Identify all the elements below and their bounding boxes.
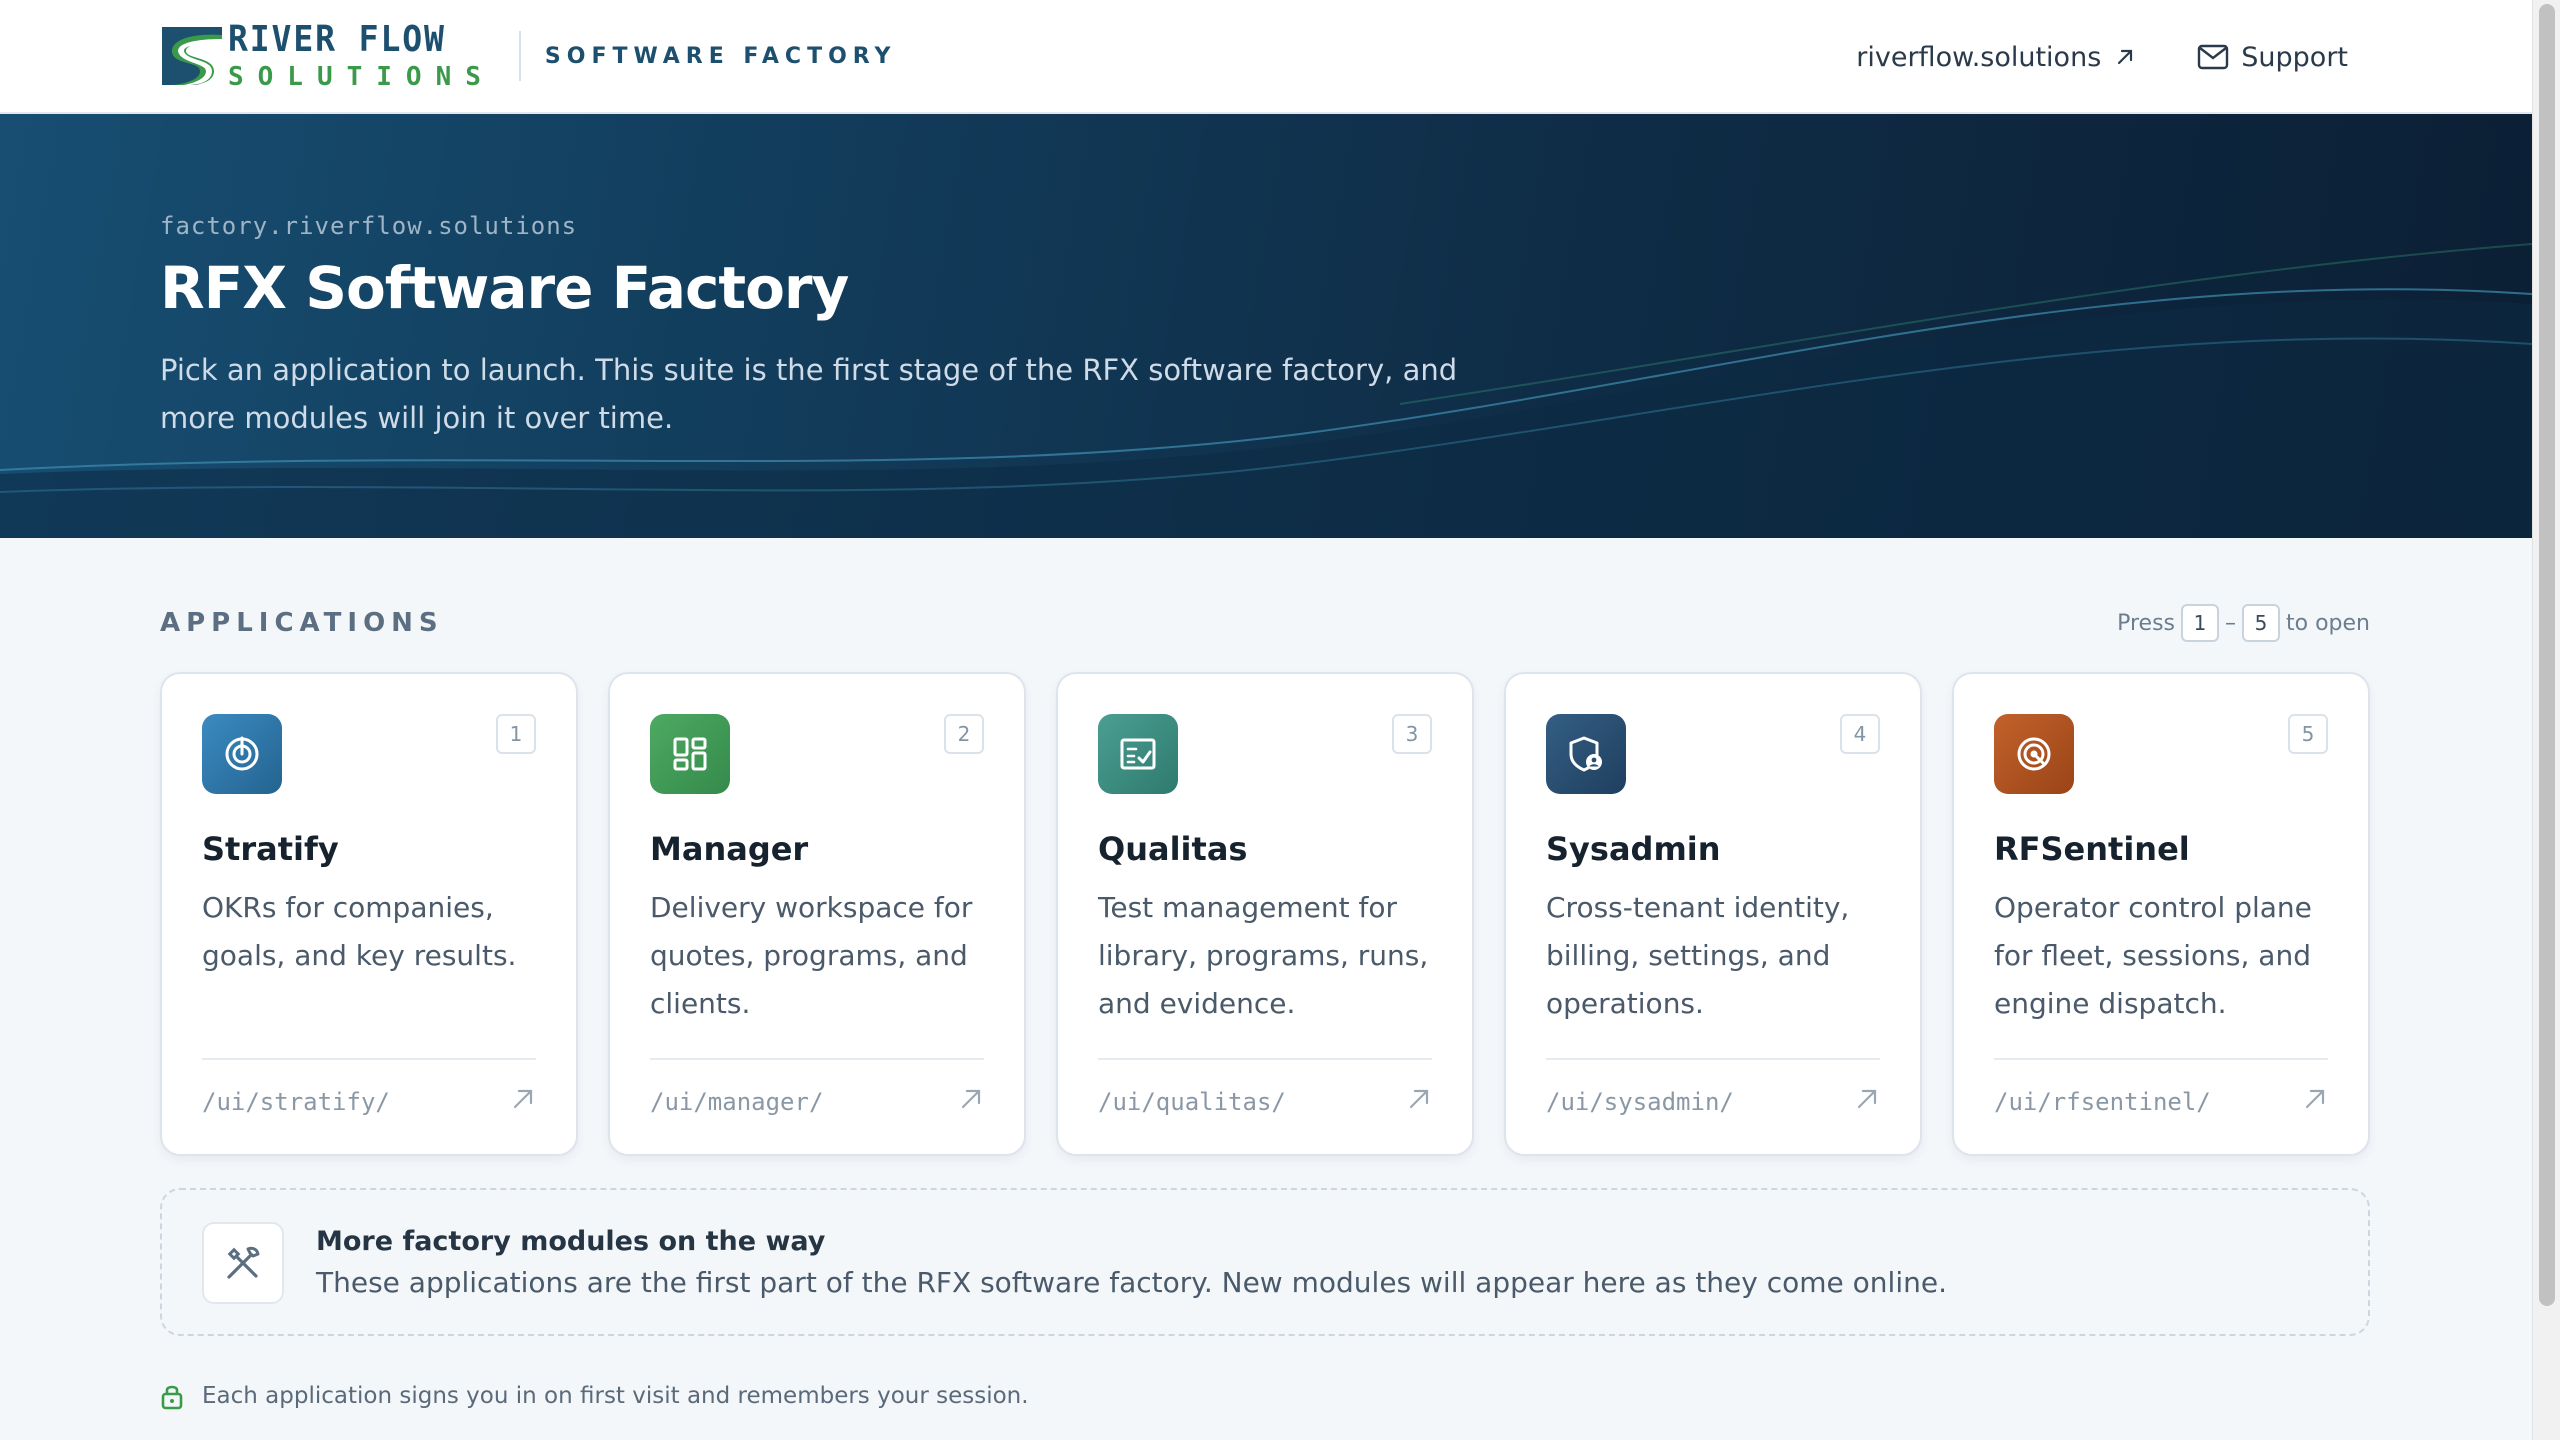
shortcut-number-badge: 1 [496,714,536,754]
more-modules-callout: More factory modules on the way These ap… [160,1188,2370,1336]
dashboard-grid-icon [673,737,707,771]
site-link[interactable]: riverflow.solutions [1856,42,2137,73]
brand[interactable]: RIVER FLOW SOLUTIONS [160,22,495,90]
checklist-icon [1120,738,1156,770]
card-divider [1546,1058,1880,1060]
app-description: Operator control plane for fleet, sessio… [1994,891,2312,1020]
shield-user-icon [1569,736,1602,772]
page-title: RFX Software Factory [160,254,849,322]
app-description: Cross-tenant identity, billing, settings… [1546,891,1850,1020]
app-name: Stratify [202,830,339,868]
app-path: /ui/sysadmin/ [1546,1088,1734,1116]
tools-icon [227,1246,260,1279]
radar-icon [2017,737,2051,771]
logo-line-2: SOLUTIONS [228,62,495,92]
app-icon-tile [1098,714,1178,794]
river-flow-logo-icon [162,27,222,85]
shortcut-number-badge: 3 [1392,714,1432,754]
session-note-text: Each application signs you in on first v… [202,1383,1029,1409]
card-divider [1994,1058,2328,1060]
application-cards: 1 Stratify OKRs for companies, goals, an… [160,672,2370,1156]
shortcut-suffix: to open [2286,610,2370,636]
app-path: /ui/manager/ [650,1088,824,1116]
mail-envelope-icon [2198,44,2229,70]
page-scrollbar[interactable] [2532,0,2560,1440]
scrollbar-thumb[interactable] [2539,4,2555,1306]
app-icon-tile [1994,714,2074,794]
app-card-rfsentinel[interactable]: 5 RFSentinel Operator control plane for … [1952,672,2370,1156]
keyboard-shortcut-hint: Press 1 – 5 to open [2117,604,2370,642]
open-arrow-icon [513,1089,533,1109]
top-bar: RIVER FLOW SOLUTIONS SOFTWARE FACTORY ri… [0,0,2532,114]
open-arrow-icon [1857,1089,1877,1109]
brand-subtitle: SOFTWARE FACTORY [544,43,897,69]
more-modules-description: These applications are the first part of… [316,1266,1947,1299]
app-description: Test management for library, programs, r… [1098,891,1429,1020]
shortcut-prefix: Press [2117,610,2176,636]
app-card-sysadmin[interactable]: 4 Sysadmin Cross-tenant identity, billin… [1504,672,1922,1156]
open-arrow-icon [961,1089,981,1109]
app-name: Qualitas [1098,830,1248,868]
app-path: /ui/rfsentinel/ [1994,1088,2211,1116]
app-card-qualitas[interactable]: 3 Qualitas Test management for library, … [1056,672,1474,1156]
session-note: Each application signs you in on first v… [160,1382,1029,1410]
app-path: /ui/qualitas/ [1098,1088,1286,1116]
support-link-label: Support [2241,41,2348,73]
target-icon [225,736,259,771]
hero-banner: factory.riverflow.solutions RFX Software… [0,114,2532,538]
app-card-manager[interactable]: 2 Manager Delivery workspace for quotes,… [608,672,1026,1156]
app-path: /ui/stratify/ [202,1088,390,1116]
app-name: RFSentinel [1994,830,2190,868]
shortcut-number-badge: 5 [2288,714,2328,754]
applications-title: APPLICATIONS [160,608,444,638]
support-link[interactable]: Support [2197,42,2348,73]
logo-text: RIVER FLOW SOLUTIONS [228,19,495,92]
app-description: OKRs for companies, goals, and key resul… [202,891,517,972]
applications-header: APPLICATIONS Press 1 – 5 to open [160,604,2370,644]
shortcut-number-badge: 2 [944,714,984,754]
shortcut-number-badge: 4 [1840,714,1880,754]
app-description: Delivery workspace for quotes, programs,… [650,891,973,1020]
open-arrow-icon [1409,1089,1429,1109]
lock-icon [161,1385,183,1410]
brand-divider [518,31,521,81]
app-icon-tile [1546,714,1626,794]
more-modules-title: More factory modules on the way [316,1226,826,1257]
page: RIVER FLOW SOLUTIONS SOFTWARE FACTORY ri… [0,0,2532,1440]
hero-domain: factory.riverflow.solutions [160,212,578,240]
shortcut-key-last: 5 [2242,604,2281,642]
card-divider [202,1058,536,1060]
top-nav: riverflow.solutions Support [1856,0,2348,114]
app-icon-tile [202,714,282,794]
app-name: Sysadmin [1546,830,1721,868]
app-card-stratify[interactable]: 1 Stratify OKRs for companies, goals, an… [160,672,578,1156]
external-link-arrow-icon [2118,49,2133,65]
open-arrow-icon [2305,1089,2325,1109]
card-divider [650,1058,984,1060]
hero-description: Pick an application to launch. This suit… [160,353,1458,435]
shortcut-dash: – [2225,610,2237,636]
shortcut-key-first: 1 [2181,604,2220,642]
app-name: Manager [650,830,809,868]
hero-wave-decoration [0,243,2532,538]
logo-line-1: RIVER FLOW [228,19,446,60]
site-link-label: riverflow.solutions [1856,41,2102,73]
app-icon-tile [650,714,730,794]
tools-icon-tile [202,1222,284,1304]
card-divider [1098,1058,1432,1060]
